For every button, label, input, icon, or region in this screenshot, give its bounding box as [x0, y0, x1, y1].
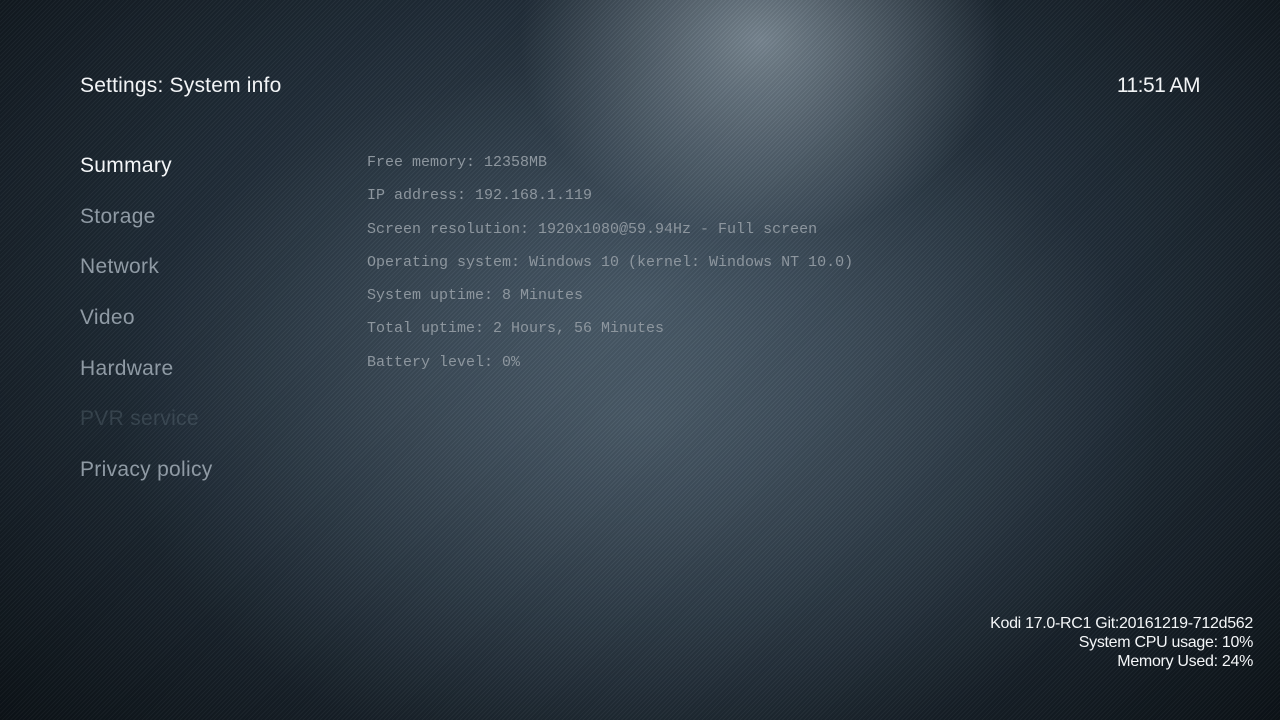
- menu-item-video[interactable]: Video: [80, 302, 213, 353]
- cpu-usage-label: System CPU usage: 10%: [1078, 634, 1254, 651]
- menu-item-hardware[interactable]: Hardware: [80, 353, 213, 404]
- version-label: Kodi 17.0-RC1 Git:20161219-712d562: [990, 615, 1253, 632]
- info-operating-system: Operating system: Windows 10 (kernel: Wi…: [367, 253, 854, 271]
- page-title: Settings: System info: [80, 74, 282, 97]
- menu-item-storage[interactable]: Storage: [80, 201, 213, 252]
- info-system-uptime: System uptime: 8 Minutes: [367, 287, 584, 305]
- info-free-memory: Free memory: 12358MB: [367, 154, 548, 171]
- status-footer: Kodi 17.0-RC1 Git:20161219-712d562 Syste…: [990, 614, 1253, 671]
- info-total-uptime: Total uptime: 2 Hours, 56 Minutes: [367, 320, 665, 338]
- clock: 11:51 AM: [1116, 74, 1201, 97]
- info-screen-resolution: Screen resolution: 1920x1080@59.94Hz - F…: [367, 220, 818, 238]
- menu-item-pvr-service: PVR service: [80, 407, 199, 431]
- menu-item-privacy-policy[interactable]: Privacy policy: [80, 454, 213, 505]
- info-battery-level: Battery level: 0%: [367, 353, 521, 371]
- info-ip-address: IP address: 192.168.1.119: [367, 187, 593, 205]
- system-info-list: Free memory: 12358MB IP address: 192.168…: [367, 152, 853, 385]
- category-menu: Summary Storage Network Video Hardware P…: [80, 150, 213, 505]
- menu-item-summary[interactable]: Summary: [80, 150, 213, 201]
- memory-used-label: Memory Used: 24%: [1117, 653, 1253, 670]
- menu-item-network[interactable]: Network: [80, 251, 213, 302]
